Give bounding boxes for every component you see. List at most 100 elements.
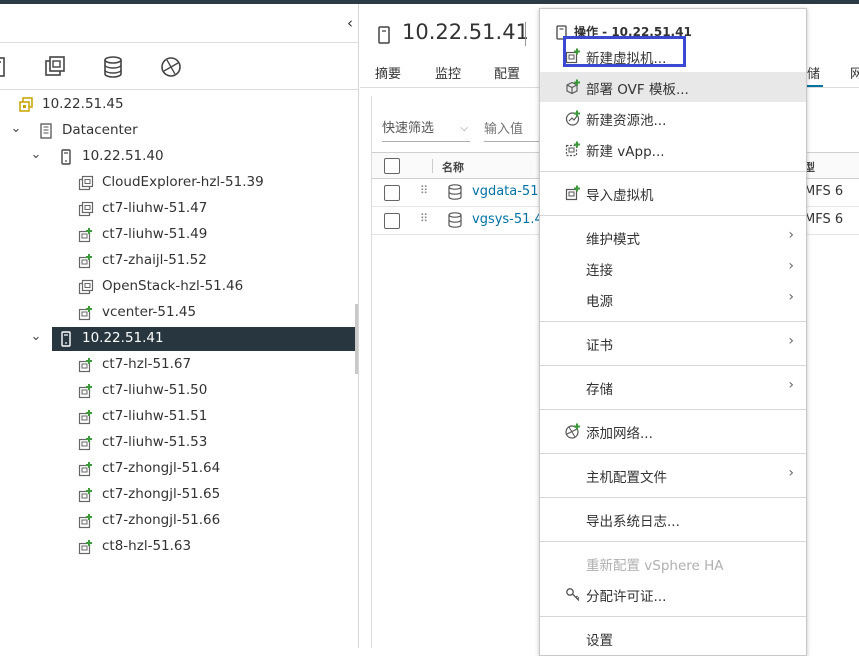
menu-item-13[interactable]: 导出系统日志...	[540, 504, 806, 534]
add-network-icon	[565, 423, 581, 439]
tree-node-ct7-zhongjl-51-64[interactable]: ct7-zhongjl-51.64	[0, 457, 358, 481]
row-checkbox[interactable]	[384, 185, 400, 201]
tree-node-cloudexplorer-hzl-51-39[interactable]: CloudExplorer-hzl-51.39	[0, 171, 358, 195]
menu-item-label: 设置	[586, 633, 613, 649]
tree-node-label: 10.22.51.41	[82, 330, 164, 346]
vm-off-icon	[78, 279, 94, 295]
menu-item-11[interactable]: 添加网络...	[540, 416, 806, 446]
tree-node-label: ct7-liuhw-51.47	[102, 200, 208, 216]
menu-item-label: 电源	[586, 294, 613, 310]
menu-item-1[interactable]: 新建虚拟机...	[540, 41, 806, 71]
datastore-icon	[448, 212, 462, 228]
menu-item-10[interactable]: 存储 ›	[540, 372, 806, 402]
menu-item-9[interactable]: 证书 ›	[540, 328, 806, 358]
tab-configure[interactable]: 配置	[494, 63, 520, 82]
menu-divider	[540, 541, 806, 542]
menu-item-5[interactable]: 导入虚拟机	[540, 178, 806, 208]
tree-node-ct7-zhongjl-51-66[interactable]: ct7-zhongjl-51.66	[0, 509, 358, 533]
license-icon	[565, 586, 581, 602]
navigator-tabs	[0, 42, 359, 90]
chevron-right-icon: ›	[788, 258, 794, 274]
menu-item-3[interactable]: 新建资源池...	[540, 103, 806, 133]
menu-item-label: 新建资源池...	[586, 113, 667, 129]
tab-datastores[interactable]: 储	[807, 63, 820, 82]
tab-summary[interactable]: 摘要	[375, 63, 401, 82]
drag-handle-icon[interactable]: ⠿	[420, 212, 428, 225]
vm-on-icon	[78, 357, 94, 373]
vm-on-icon	[78, 539, 94, 555]
row-checkbox[interactable]	[384, 213, 400, 229]
menu-item-8[interactable]: 电源 ›	[540, 284, 806, 314]
tree-node-datacenter[interactable]: ⌄ Datacenter	[0, 119, 358, 143]
menu-divider	[540, 365, 806, 366]
chevron-down-icon[interactable]: ⌄	[30, 330, 42, 343]
tree-node-label: ct8-hzl-51.63	[102, 538, 192, 554]
collapse-navigator-button[interactable]: ‹	[343, 14, 357, 32]
tree-node-ct7-zhaijl-51-52[interactable]: ct7-zhaijl-51.52	[0, 249, 358, 273]
host-icon	[556, 25, 567, 40]
quick-filter-label: 快速筛选	[382, 121, 435, 136]
vms-templates-icon[interactable]	[43, 55, 67, 79]
menu-divider	[540, 321, 806, 322]
menu-item-label: 导入虚拟机	[586, 188, 654, 204]
tree-node-ct7-zhongjl-51-65[interactable]: ct7-zhongjl-51.65	[0, 483, 358, 507]
tree-node-label: ct7-zhongjl-51.65	[102, 486, 221, 502]
tree-node-ct7-liuhw-51-49[interactable]: ct7-liuhw-51.49	[0, 223, 358, 247]
chevron-right-icon: ›	[788, 289, 794, 305]
new-vm-icon	[565, 48, 581, 64]
tree-node-ct7-liuhw-51-51[interactable]: ct7-liuhw-51.51	[0, 405, 358, 429]
menu-item-6[interactable]: 维护模式 ›	[540, 222, 806, 252]
menu-item-16[interactable]: 设置	[540, 623, 806, 653]
deploy-ovf-icon	[565, 79, 581, 95]
tree-node-label: 10.22.51.40	[82, 148, 164, 164]
hosts-clusters-icon[interactable]	[0, 55, 14, 79]
quick-filter-select[interactable]: 快速筛选 ⌵	[382, 118, 470, 142]
menu-item-14: 重新配置 vSphere HA	[540, 548, 806, 578]
tree-node-label: Datacenter	[62, 122, 138, 138]
menu-item-7[interactable]: 连接 ›	[540, 253, 806, 283]
tree-node-openstack-hzl-51-46[interactable]: OpenStack-hzl-51.46	[0, 275, 358, 299]
vm-on-icon	[78, 383, 94, 399]
tab-networks[interactable]: 网	[850, 63, 859, 82]
menu-item-4[interactable]: 新建 vApp...	[540, 134, 806, 164]
tree-node-vcenter-51-45[interactable]: vcenter-51.45	[0, 301, 358, 325]
tree-node-ct7-hzl-51-67[interactable]: ct7-hzl-51.67	[0, 353, 358, 377]
tree-node-10-22-51-40[interactable]: ⌄ 10.22.51.40	[0, 145, 358, 169]
select-all-checkbox[interactable]	[384, 158, 400, 174]
vm-off-icon	[78, 175, 94, 191]
datastore-icon	[448, 184, 462, 200]
menu-divider	[540, 616, 806, 617]
filter-value-input[interactable]	[484, 118, 544, 142]
tree-node-ct7-liuhw-51-50[interactable]: ct7-liuhw-51.50	[0, 379, 358, 403]
menu-divider	[540, 171, 806, 172]
chevron-down-icon[interactable]: ⌄	[10, 122, 22, 135]
host-icon	[58, 149, 74, 165]
tree-node-label: ct7-liuhw-51.51	[102, 408, 208, 424]
menu-item-15[interactable]: 分配许可证...	[540, 579, 806, 609]
menu-item-label: 部署 OVF 模板...	[586, 82, 689, 98]
tree-node-label: ct7-liuhw-51.49	[102, 226, 208, 242]
chevron-right-icon: ›	[788, 333, 794, 349]
tree-node-label: CloudExplorer-hzl-51.39	[102, 174, 264, 190]
tree-node-10-22-51-41[interactable]: 10.22.51.41	[52, 327, 358, 351]
tab-monitor[interactable]: 监控	[435, 63, 461, 82]
chevron-down-icon[interactable]: ⌄	[30, 148, 42, 161]
menu-divider	[540, 409, 806, 410]
menu-divider	[540, 453, 806, 454]
navigator-scrollbar[interactable]	[355, 304, 358, 374]
vm-on-icon	[78, 513, 94, 529]
tree-node-10-22-51-45[interactable]: 10.22.51.45	[0, 93, 358, 117]
datacenter-icon	[38, 123, 54, 139]
networking-icon[interactable]	[159, 55, 183, 79]
column-header-name[interactable]: 名称	[442, 159, 464, 175]
drag-handle-icon[interactable]: ⠿	[420, 184, 428, 197]
tree-node-ct7-liuhw-51-53[interactable]: ct7-liuhw-51.53	[0, 431, 358, 455]
menu-item-12[interactable]: 主机配置文件 ›	[540, 460, 806, 490]
menu-item-label: 分配许可证...	[586, 589, 667, 605]
tree-node-label: ct7-hzl-51.67	[102, 356, 192, 372]
menu-item-2[interactable]: 部署 OVF 模板...	[540, 72, 806, 102]
tree-node-ct7-liuhw-51-47[interactable]: ct7-liuhw-51.47	[0, 197, 358, 221]
vm-on-icon	[78, 305, 94, 321]
tree-node-ct8-hzl-51-63[interactable]: ct8-hzl-51.63	[0, 535, 358, 559]
storage-icon[interactable]	[101, 55, 125, 79]
